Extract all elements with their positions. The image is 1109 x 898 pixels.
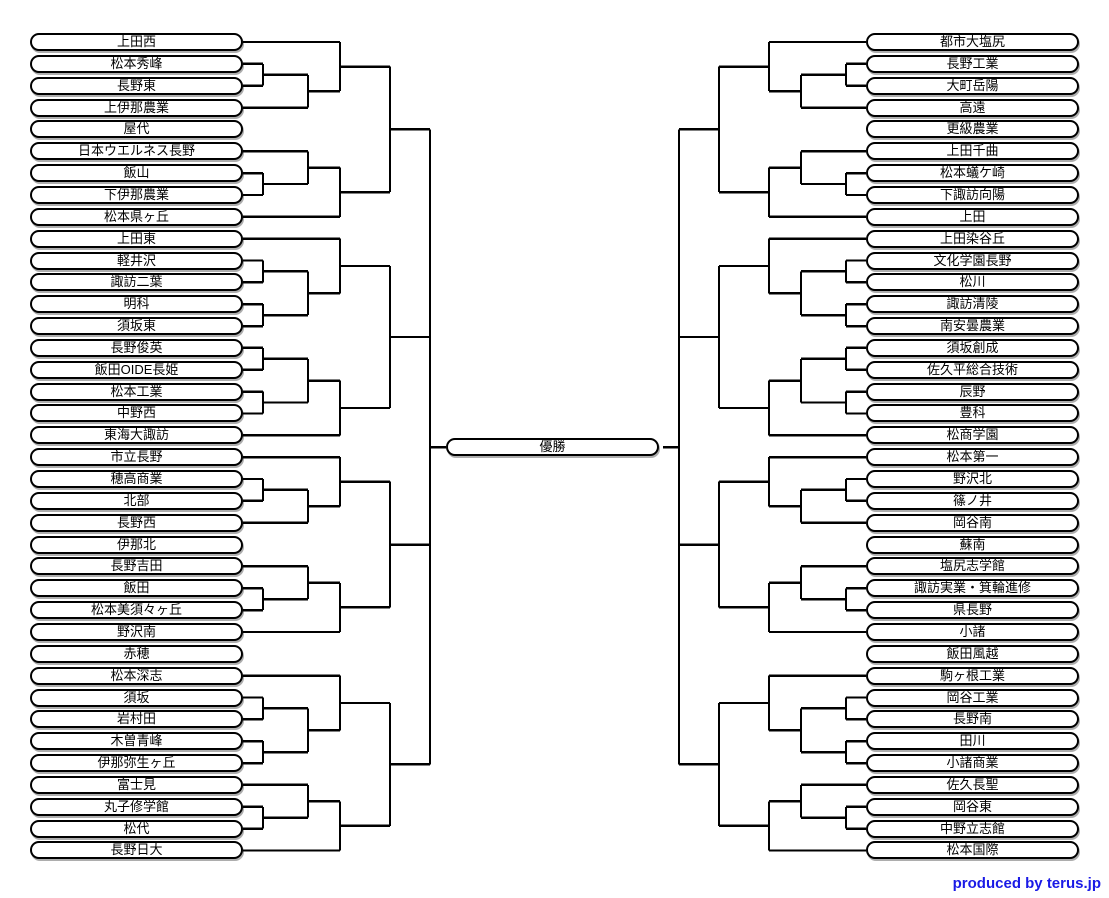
team-pill-left-14[interactable]: 長野俊英 [30, 338, 243, 357]
team-pill-left-9[interactable]: 上田東 [30, 229, 243, 248]
team-pill-right-13[interactable]: 南安曇農業 [866, 317, 1079, 336]
team-pill-left-12[interactable]: 明科 [30, 295, 243, 314]
team-pill-left-16[interactable]: 松本工業 [30, 382, 243, 401]
team-pill-right-3[interactable]: 高遠 [866, 98, 1079, 117]
team-pill-left-1[interactable]: 松本秀峰 [30, 54, 243, 73]
team-pill-left-32[interactable]: 木曽青峰 [30, 732, 243, 751]
team-pill-right-2[interactable]: 大町岳陽 [866, 76, 1079, 95]
team-pill-right-26[interactable]: 県長野 [866, 601, 1079, 620]
team-pill-left-18[interactable]: 東海大諏訪 [30, 426, 243, 445]
team-pill-left-29[interactable]: 松本深志 [30, 666, 243, 685]
team-pill-right-21[interactable]: 篠ノ井 [866, 491, 1079, 510]
team-pill-left-17[interactable]: 中野西 [30, 404, 243, 423]
team-pill-right-8[interactable]: 上田 [866, 207, 1079, 226]
team-pill-right-0[interactable]: 都市大塩尻 [866, 33, 1079, 51]
team-pill-left-34[interactable]: 富士見 [30, 775, 243, 794]
team-pill-left-20[interactable]: 穂高商業 [30, 470, 243, 488]
team-pill-left-31[interactable]: 岩村田 [30, 710, 243, 729]
team-pill-right-10[interactable]: 文化学園長野 [866, 251, 1079, 270]
team-pill-right-32[interactable]: 田川 [866, 732, 1079, 751]
team-pill-left-19[interactable]: 市立長野 [30, 448, 243, 467]
team-pill-left-23[interactable]: 伊那北 [30, 535, 243, 554]
team-pill-right-9[interactable]: 上田染谷丘 [866, 229, 1079, 248]
team-pill-left-21[interactable]: 北部 [30, 491, 243, 510]
team-pill-left-25[interactable]: 飯田 [30, 579, 243, 598]
champion-pill: 優勝 [446, 438, 659, 456]
team-pill-right-18[interactable]: 松商学園 [866, 426, 1079, 445]
team-pill-left-15[interactable]: 飯田OIDE長姫 [30, 360, 243, 379]
team-pill-left-28[interactable]: 赤穂 [30, 644, 243, 663]
team-pill-left-37[interactable]: 長野日大 [30, 841, 243, 860]
team-pill-left-11[interactable]: 諏訪二葉 [30, 273, 243, 292]
team-pill-left-33[interactable]: 伊那弥生ヶ丘 [30, 754, 243, 773]
team-pill-right-20[interactable]: 野沢北 [866, 470, 1079, 488]
team-pill-right-25[interactable]: 諏訪実業・箕輪進修 [866, 579, 1079, 598]
team-pill-right-29[interactable]: 駒ヶ根工業 [866, 666, 1079, 685]
team-pill-right-37[interactable]: 松本国際 [866, 841, 1079, 860]
team-pill-right-16[interactable]: 辰野 [866, 382, 1079, 401]
tournament-bracket-board: 上田西 松本秀峰 長野東 上伊那農業 屋代 日本ウエルネス長野 飯山 下伊那農業 松本県ヶ丘 上田… [0, 0, 1109, 898]
team-pill-left-3[interactable]: 上伊那農業 [30, 98, 243, 117]
team-pill-left-7[interactable]: 下伊那農業 [30, 185, 243, 204]
team-pill-right-36[interactable]: 中野立志館 [866, 819, 1079, 838]
team-pill-left-5[interactable]: 日本ウエルネス長野 [30, 142, 243, 161]
team-pill-right-23[interactable]: 蘇南 [866, 535, 1079, 554]
team-pill-right-35[interactable]: 岡谷東 [866, 797, 1079, 816]
team-pill-right-33[interactable]: 小諸商業 [866, 754, 1079, 773]
team-pill-right-19[interactable]: 松本第一 [866, 448, 1079, 467]
team-pill-left-2[interactable]: 長野東 [30, 76, 243, 95]
team-pill-right-1[interactable]: 長野工業 [866, 54, 1079, 73]
team-pill-left-35[interactable]: 丸子修学館 [30, 797, 243, 816]
team-pill-left-22[interactable]: 長野西 [30, 513, 243, 532]
team-pill-right-28[interactable]: 飯田風越 [866, 644, 1079, 663]
team-pill-left-13[interactable]: 須坂東 [30, 317, 243, 336]
team-pill-left-24[interactable]: 長野吉田 [30, 557, 243, 576]
team-pill-right-22[interactable]: 岡谷南 [866, 513, 1079, 532]
team-pill-right-24[interactable]: 塩尻志学館 [866, 557, 1079, 576]
team-pill-left-26[interactable]: 松本美須々ヶ丘 [30, 601, 243, 620]
team-pill-right-4[interactable]: 更級農業 [866, 120, 1079, 139]
team-pill-right-27[interactable]: 小諸 [866, 622, 1079, 641]
team-pill-left-4[interactable]: 屋代 [30, 120, 243, 139]
team-pill-left-10[interactable]: 軽井沢 [30, 251, 243, 270]
team-pill-right-34[interactable]: 佐久長聖 [866, 775, 1079, 794]
team-pill-left-8[interactable]: 松本県ヶ丘 [30, 207, 243, 226]
team-pill-right-31[interactable]: 長野南 [866, 710, 1079, 729]
team-pill-right-6[interactable]: 松本蟻ケ崎 [866, 164, 1079, 183]
team-pill-left-36[interactable]: 松代 [30, 819, 243, 838]
team-pill-left-0[interactable]: 上田西 [30, 33, 243, 51]
team-pill-right-7[interactable]: 下諏訪向陽 [866, 185, 1079, 204]
team-pill-left-27[interactable]: 野沢南 [30, 622, 243, 641]
team-pill-right-14[interactable]: 須坂創成 [866, 338, 1079, 357]
team-pill-right-30[interactable]: 岡谷工業 [866, 688, 1079, 707]
team-pill-right-15[interactable]: 佐久平総合技術 [866, 360, 1079, 379]
team-pill-left-30[interactable]: 須坂 [30, 688, 243, 707]
team-pill-right-12[interactable]: 諏訪清陵 [866, 295, 1079, 314]
team-pill-right-11[interactable]: 松川 [866, 273, 1079, 292]
team-pill-left-6[interactable]: 飯山 [30, 164, 243, 183]
watermark-credit: produced by terus.jp [952, 875, 1101, 892]
team-pill-right-5[interactable]: 上田千曲 [866, 142, 1079, 161]
team-pill-right-17[interactable]: 豊科 [866, 404, 1079, 423]
